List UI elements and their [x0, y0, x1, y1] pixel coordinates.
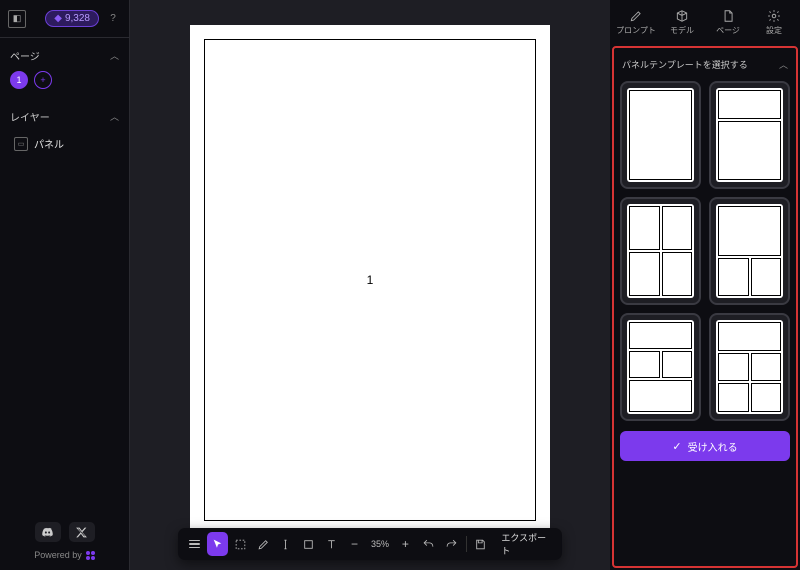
- text-cursor-tool[interactable]: [275, 532, 296, 556]
- template-grid: [620, 81, 790, 421]
- tab-model[interactable]: モデル: [660, 4, 704, 40]
- zoom-in-button[interactable]: +: [395, 532, 416, 556]
- page-chip-1[interactable]: 1: [10, 71, 28, 89]
- tab-prompt[interactable]: プロンプト: [614, 4, 658, 40]
- canvas-page-number: 1: [367, 273, 374, 287]
- pages-label: ページ: [10, 48, 40, 63]
- shape-tool[interactable]: [298, 532, 319, 556]
- left-topbar: ◧ ◆ 9,328 ?: [0, 0, 129, 38]
- zoom-out-button[interactable]: −: [344, 532, 365, 556]
- tab-settings[interactable]: 設定: [752, 4, 796, 40]
- bottom-toolbar: − 35% + エクスポート: [178, 528, 562, 560]
- template-4-top-wide[interactable]: [709, 197, 790, 305]
- layers-section-header[interactable]: レイヤー ︿: [10, 109, 119, 124]
- template-6-mixed-b[interactable]: [709, 313, 790, 421]
- redo-button[interactable]: [441, 532, 462, 556]
- pen-tool[interactable]: [253, 532, 274, 556]
- page-canvas[interactable]: 1: [190, 25, 550, 535]
- template-5-mixed-a[interactable]: [620, 313, 701, 421]
- chevron-up-icon: ︿: [110, 49, 119, 62]
- toolbar-divider: [466, 536, 467, 552]
- accept-button[interactable]: ✓ 受け入れる: [620, 431, 790, 461]
- pages-section-header[interactable]: ページ ︿: [10, 48, 119, 63]
- powered-by: Powered by: [10, 550, 119, 560]
- undo-button[interactable]: [418, 532, 439, 556]
- export-button[interactable]: エクスポート: [493, 531, 556, 557]
- text-tool[interactable]: [321, 532, 342, 556]
- discord-icon[interactable]: [35, 522, 61, 542]
- marquee-tool[interactable]: [230, 532, 251, 556]
- zoom-level[interactable]: 35%: [367, 539, 393, 549]
- layer-name: パネル: [34, 136, 64, 151]
- chevron-up-icon: ︿: [779, 58, 788, 71]
- brand-dots-icon: [86, 551, 95, 560]
- left-sidebar: ◧ ◆ 9,328 ? ページ ︿ 1 + レイヤー ︿ ▭: [0, 0, 130, 570]
- check-icon: ✓: [672, 440, 681, 453]
- template-section-header[interactable]: パネルテンプレートを選択する ︿: [620, 54, 790, 75]
- panel-layer-icon: ▭: [14, 137, 28, 151]
- collapse-sidebar-icon[interactable]: ◧: [8, 10, 26, 28]
- right-tabs: プロンプト モデル ページ 設定: [610, 0, 800, 44]
- gem-count: 9,328: [65, 13, 90, 24]
- layer-item-panel[interactable]: ▭ パネル: [10, 132, 119, 155]
- save-icon[interactable]: [471, 532, 492, 556]
- accept-label: 受け入れる: [688, 439, 738, 454]
- layers-label: レイヤー: [10, 109, 50, 124]
- select-tool[interactable]: [207, 532, 228, 556]
- template-1-single[interactable]: [620, 81, 701, 189]
- x-twitter-icon[interactable]: [69, 522, 95, 542]
- template-3-four-grid[interactable]: [620, 197, 701, 305]
- help-icon[interactable]: ?: [105, 11, 121, 27]
- template-panel-highlight: パネルテンプレートを選択する ︿ ✓ 受け入れる: [612, 46, 798, 568]
- template-2-two-row[interactable]: [709, 81, 790, 189]
- chevron-up-icon: ︿: [110, 110, 119, 123]
- tab-page[interactable]: ページ: [706, 4, 750, 40]
- canvas-area: 1 − 35% + エクスポート: [130, 0, 610, 570]
- add-page-button[interactable]: +: [34, 71, 52, 89]
- right-panel: プロンプト モデル ページ 設定 パネルテンプレートを選択する ︿ ✓ 受け入れ…: [610, 0, 800, 570]
- gem-icon: ◆: [54, 13, 62, 24]
- menu-icon[interactable]: [184, 532, 205, 556]
- template-header-label: パネルテンプレートを選択する: [622, 58, 748, 71]
- gem-balance-pill[interactable]: ◆ 9,328: [45, 10, 99, 27]
